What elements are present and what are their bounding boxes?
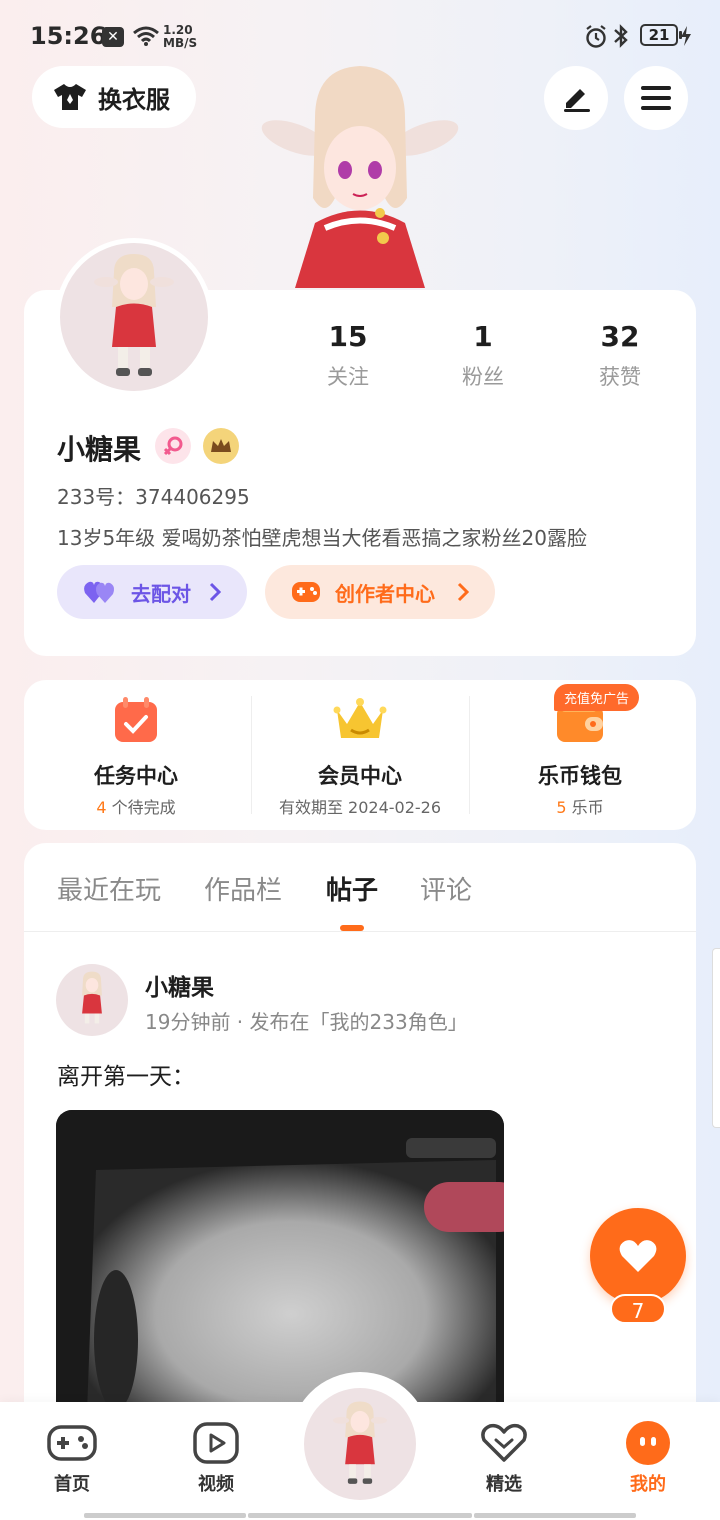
wallet-title: 乐币钱包 <box>538 764 622 788</box>
gesture-bar <box>248 1513 472 1518</box>
stat-fans-label: 粉丝 <box>462 365 504 389</box>
charging-icon <box>681 26 691 46</box>
video-play-icon <box>193 1422 239 1464</box>
task-center-sub: 4 个待完成 <box>24 794 248 818</box>
change-outfit-button[interactable]: 换衣服 <box>32 66 196 128</box>
battery-icon: 21 <box>640 24 682 46</box>
stat-following-value: 15 <box>328 320 368 353</box>
avatar-figure <box>333 1401 387 1484</box>
net-speed: 1.20 MB/S <box>163 24 197 50</box>
chevron-right-icon <box>457 582 469 602</box>
post-author-avatar[interactable] <box>56 964 128 1036</box>
gesture-bar <box>474 1513 636 1518</box>
heart-icon <box>619 1240 657 1272</box>
post-text: 离开第一天： <box>57 1064 195 1090</box>
pen-icon <box>564 89 590 112</box>
creator-center-label: 创作者中心 <box>335 581 435 606</box>
calendar-check-icon <box>115 697 157 742</box>
stat-likes[interactable]: 32 获赞 <box>560 320 680 391</box>
tab-works[interactable]: 作品栏 <box>204 870 282 907</box>
member-center-sub: 有效期至 2024-02-26 <box>278 798 442 817</box>
stat-following[interactable]: 15 关注 <box>288 320 408 391</box>
wifi-icon <box>133 26 159 46</box>
nav-mine[interactable]: 我的 <box>598 1420 698 1496</box>
nav-mine-label: 我的 <box>630 1474 666 1495</box>
gamepad-icon <box>47 1425 97 1461</box>
nav-home[interactable]: 首页 <box>22 1420 122 1496</box>
task-center-title: 任务中心 <box>94 764 178 788</box>
status-time: 15:26 <box>30 22 107 50</box>
task-center-entry[interactable]: 任务中心 4 个待完成 <box>24 680 248 830</box>
stat-fans-value: 1 <box>473 320 493 353</box>
profile-avatar[interactable] <box>55 238 213 396</box>
side-drawer-handle[interactable] <box>712 948 720 1128</box>
nav-featured-label: 精选 <box>486 1474 522 1495</box>
stat-fans[interactable]: 1 粉丝 <box>423 320 543 391</box>
user-bio: 13岁5年级 爱喝奶茶怕壁虎想当大佬看恶搞之家粉丝20露脸 <box>57 526 587 550</box>
task-count: 4 <box>96 798 107 817</box>
username: 小糖果 <box>57 433 142 466</box>
stat-likes-label: 获赞 <box>599 365 641 389</box>
edit-button[interactable] <box>544 66 608 130</box>
wallet-sub: 5 乐币 <box>468 794 692 818</box>
avatar-figure <box>94 254 174 376</box>
double-heart-icon <box>84 581 114 603</box>
gamepad-icon <box>292 582 320 602</box>
match-label: 去配对 <box>131 581 191 606</box>
menu-button[interactable] <box>624 66 688 130</box>
post-author-name[interactable]: 小糖果 <box>145 968 214 1002</box>
hamburger-menu-icon <box>641 86 671 110</box>
user-id: 233号：374406295 <box>57 485 250 509</box>
divider <box>24 931 696 932</box>
tab-recent-played[interactable]: 最近在玩 <box>57 870 161 907</box>
stat-following-label: 关注 <box>327 365 369 389</box>
like-count: 7 <box>610 1294 666 1324</box>
vip-crown-icon[interactable] <box>203 428 239 464</box>
recharge-promo-tag[interactable]: 充值免广告 <box>554 684 640 711</box>
creator-center-button[interactable]: 创作者中心 <box>265 565 495 619</box>
wallet-suffix: 乐币 <box>571 798 604 817</box>
alarm-icon <box>586 25 606 48</box>
crown-icon <box>333 698 387 738</box>
member-center-entry[interactable]: 会员中心 有效期至 2024-02-26 <box>248 680 472 830</box>
member-center-title: 会员中心 <box>318 764 402 788</box>
post-meta: 19分钟前 · 发布在「我的233角色」 <box>145 1010 468 1034</box>
post-image[interactable] <box>56 1110 504 1440</box>
post-photo <box>56 1110 504 1440</box>
bluetooth-icon <box>614 24 628 48</box>
wallet-count: 5 <box>556 798 567 817</box>
tab-posts[interactable]: 帖子 <box>326 870 378 907</box>
tab-comments[interactable]: 评论 <box>420 870 472 907</box>
net-speed-unit: MB/S <box>163 36 198 50</box>
chevron-right-icon <box>209 582 221 602</box>
like-button[interactable] <box>590 1208 686 1304</box>
stat-likes-value: 32 <box>600 320 640 353</box>
nav-center-avatar[interactable] <box>304 1388 416 1500</box>
female-gender-icon <box>155 428 191 464</box>
character-avatar-3d[interactable] <box>255 48 465 293</box>
task-suffix: 个待完成 <box>111 798 176 817</box>
nav-home-label: 首页 <box>54 1474 90 1495</box>
heart-gem-icon <box>481 1423 527 1462</box>
gesture-bar <box>84 1513 246 1518</box>
nav-video-label: 视频 <box>198 1474 234 1495</box>
avatar-figure <box>82 971 102 1024</box>
profile-face-icon <box>626 1421 670 1465</box>
tshirt-icon <box>54 84 86 110</box>
nav-video[interactable]: 视频 <box>166 1420 266 1496</box>
nav-featured[interactable]: 精选 <box>454 1420 554 1496</box>
change-outfit-label: 换衣服 <box>98 85 170 114</box>
notification-x-icon: ✕ <box>102 27 124 47</box>
match-button[interactable]: 去配对 <box>57 565 247 619</box>
